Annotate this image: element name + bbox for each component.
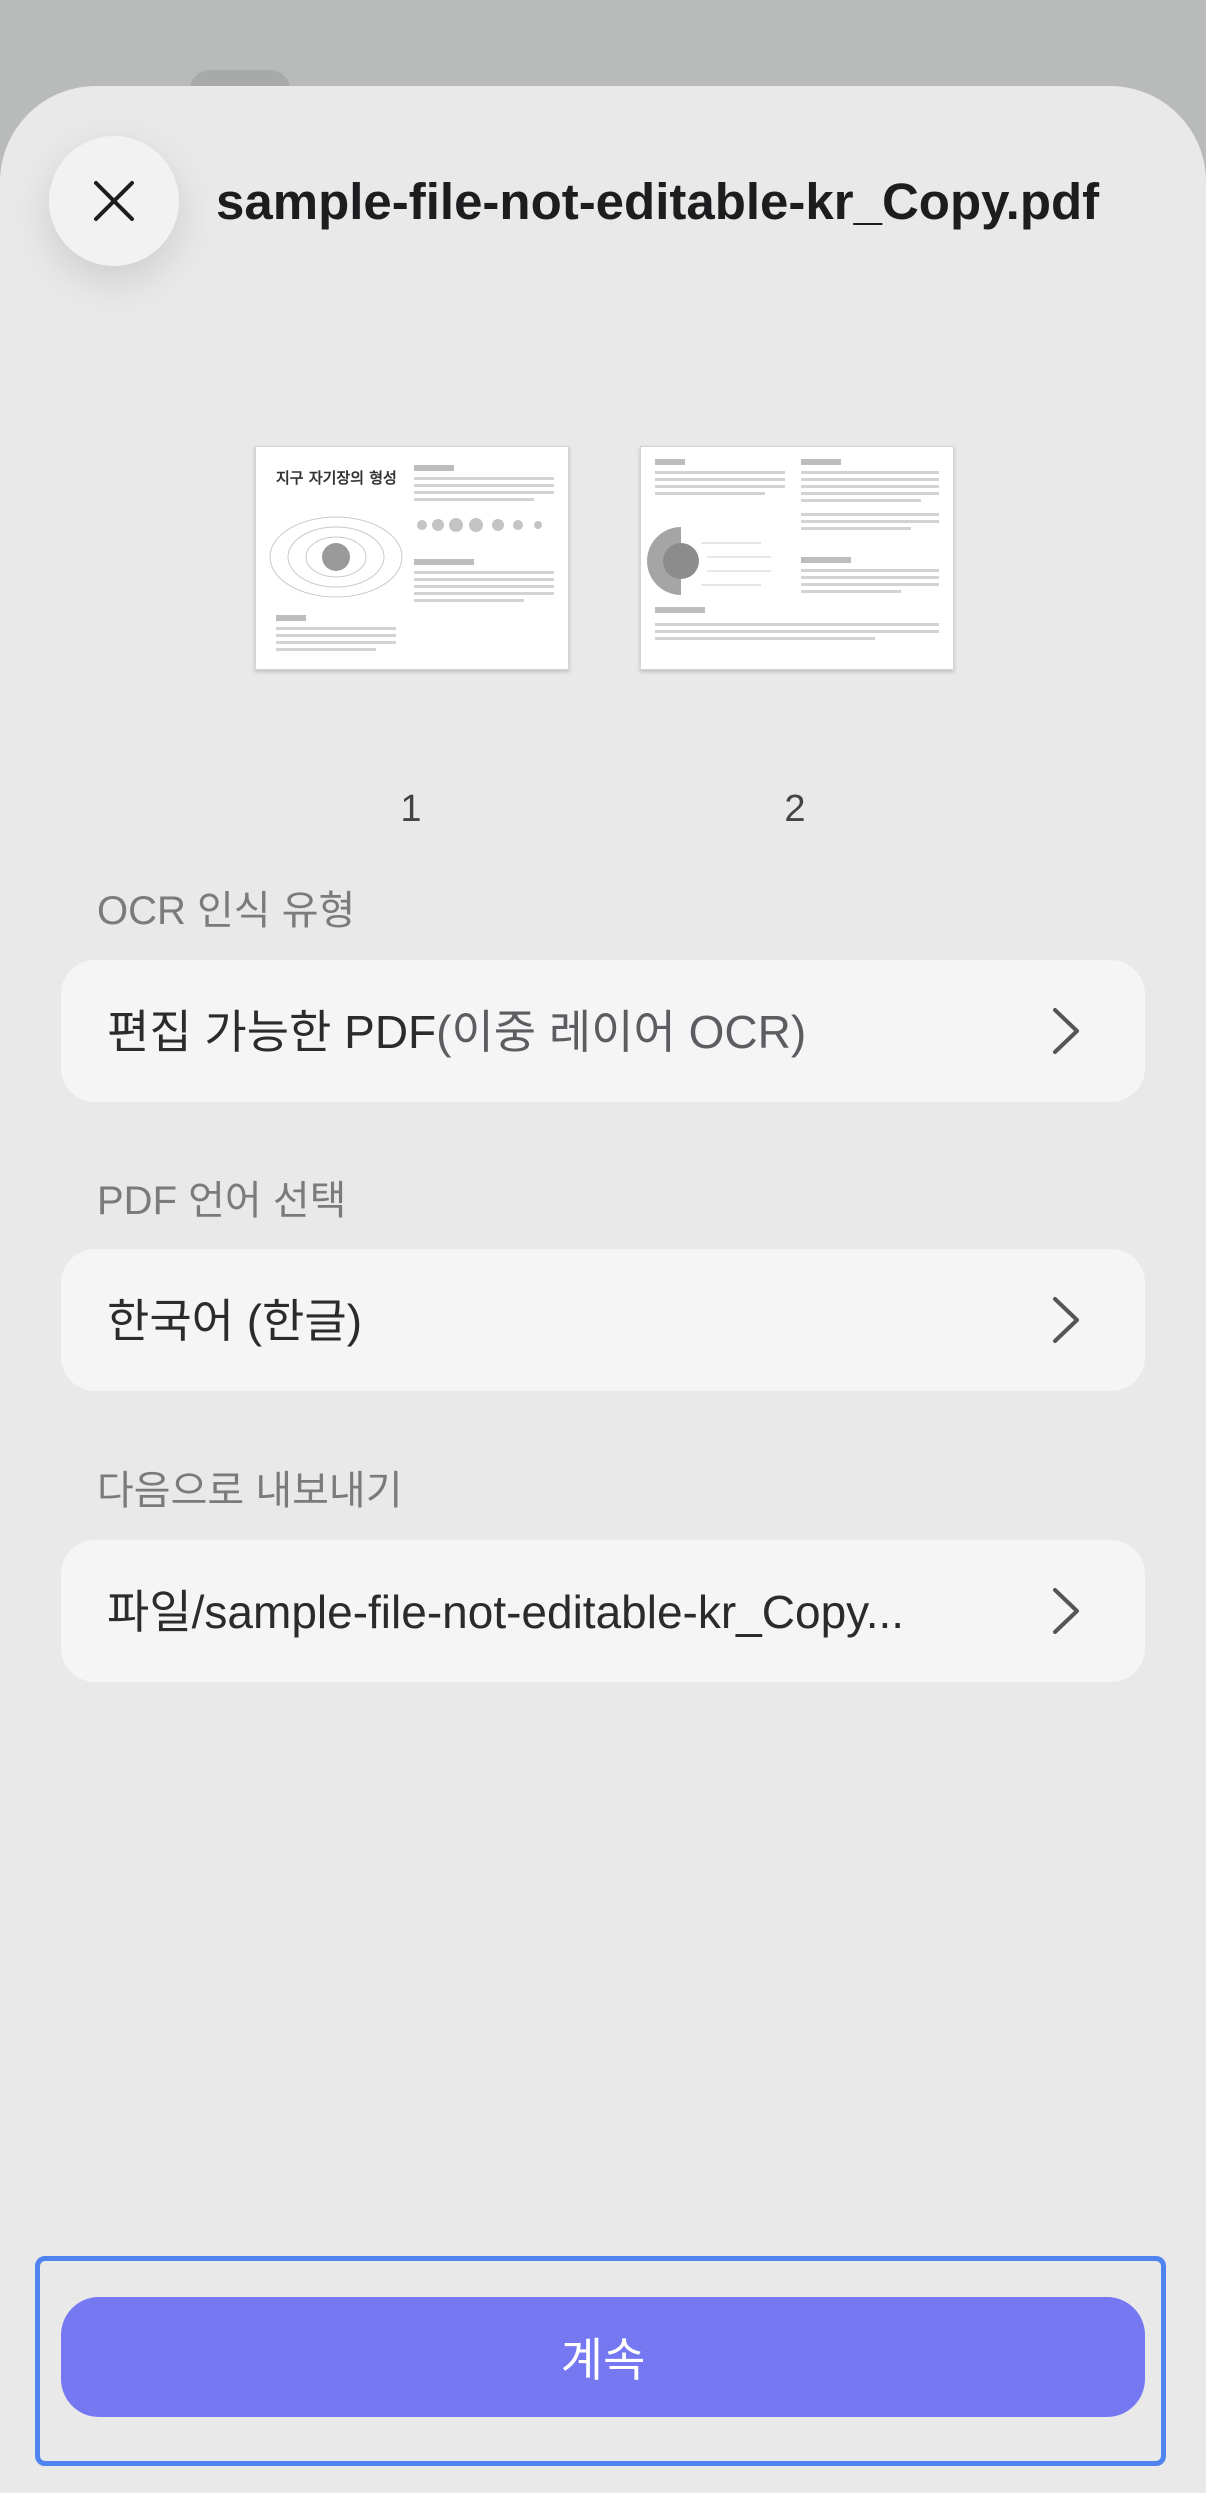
close-button[interactable] (49, 136, 179, 266)
continue-button-label: 계속 (560, 2334, 646, 2386)
ocr-type-selector[interactable]: 편집 가능한 PDF(이중 레이어 OCR) (61, 960, 1145, 1102)
page-number-2: 2 (784, 788, 806, 830)
thumbnail-heading: 지구 자기장의 형성 (276, 469, 397, 487)
bottom-sheet: sample-file-not-editable-kr_Copy.pdf 지구 … (0, 86, 1206, 2493)
export-to-label: 다음으로 내보내기 (97, 1469, 403, 1513)
page-number-1: 1 (400, 788, 422, 830)
page-thumbnail-2[interactable] (640, 446, 954, 670)
file-name-title: sample-file-not-editable-kr_Copy.pdf (216, 173, 1100, 230)
export-destination-value: 파일/sample-file-not-editable-kr_Copy... (107, 1586, 905, 1638)
page-1-preview: 지구 자기장의 형성 (269, 465, 554, 651)
continue-button[interactable]: 계속 (61, 2297, 1145, 2417)
export-destination-selector[interactable]: 파일/sample-file-not-editable-kr_Copy... (61, 1540, 1145, 1682)
page-2-preview (647, 459, 939, 640)
pdf-language-label: PDF 언어 선택 (97, 1179, 347, 1223)
chevron-right-icon (1053, 1008, 1079, 1054)
page-thumbnail-1[interactable]: 지구 자기장의 형성 (255, 446, 569, 670)
chevron-right-icon (1053, 1588, 1079, 1634)
close-icon (94, 181, 134, 221)
ocr-type-label: OCR 인식 유형 (97, 889, 356, 933)
chevron-right-icon (1053, 1297, 1079, 1343)
ocr-type-value: 편집 가능한 PDF(이중 레이어 OCR) (107, 1006, 807, 1058)
pdf-language-value: 한국어 (한글) (107, 1295, 363, 1347)
pdf-language-selector[interactable]: 한국어 (한글) (61, 1249, 1145, 1391)
